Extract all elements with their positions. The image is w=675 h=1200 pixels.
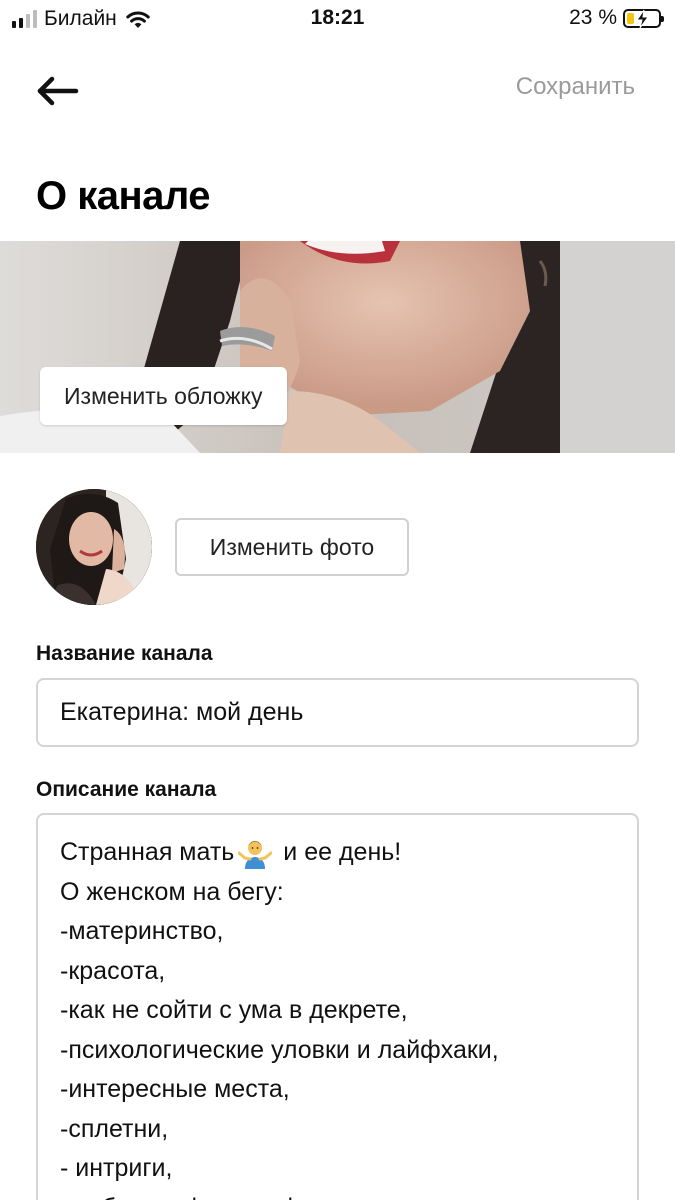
channel-name-label: Название канала (36, 642, 213, 665)
channel-name-input[interactable] (36, 678, 639, 747)
change-photo-button[interactable]: Изменить фото (175, 518, 409, 576)
description-line: Странная мать и ее день! (60, 833, 615, 873)
channel-description-label: Описание канала (36, 778, 217, 801)
arrow-left-icon (37, 76, 79, 106)
description-line: -любовь и фотографии (60, 1189, 615, 1200)
description-text: Странная мать (60, 838, 235, 866)
description-line: -материнство, (60, 917, 224, 945)
page-title: О канале (36, 174, 211, 218)
description-line: -психологические уловки и лайфхаки, (60, 1035, 499, 1064)
battery-percent: 23 % (569, 6, 617, 29)
description-line: -интересные места, (60, 1075, 290, 1103)
channel-description-textarea[interactable]: Странная мать и ее день! О женском на бе… (36, 813, 639, 1200)
avatar-image (36, 489, 152, 605)
save-button[interactable]: Сохранить (516, 73, 635, 101)
change-cover-button[interactable]: Изменить обложку (40, 367, 287, 425)
status-bar-right: 23 % (569, 6, 664, 30)
channel-cover: Изменить обложку (0, 241, 675, 453)
description-line: - интриги, (60, 1154, 173, 1182)
person-shrugging-emoji (238, 840, 273, 869)
description-line: -сплетни, (60, 1114, 169, 1143)
description-line: -как не сойти с ума в декрете, (60, 996, 408, 1024)
description-text: и ее день! (276, 838, 402, 866)
charging-bolt-icon (636, 9, 649, 28)
battery-icon (623, 8, 664, 28)
status-bar: Билайн 18:21 23 % (0, 0, 675, 38)
description-line: О женском на бегу: (60, 877, 284, 906)
avatar[interactable] (36, 489, 152, 605)
description-line: -красота, (60, 956, 166, 985)
back-button[interactable] (36, 72, 82, 110)
